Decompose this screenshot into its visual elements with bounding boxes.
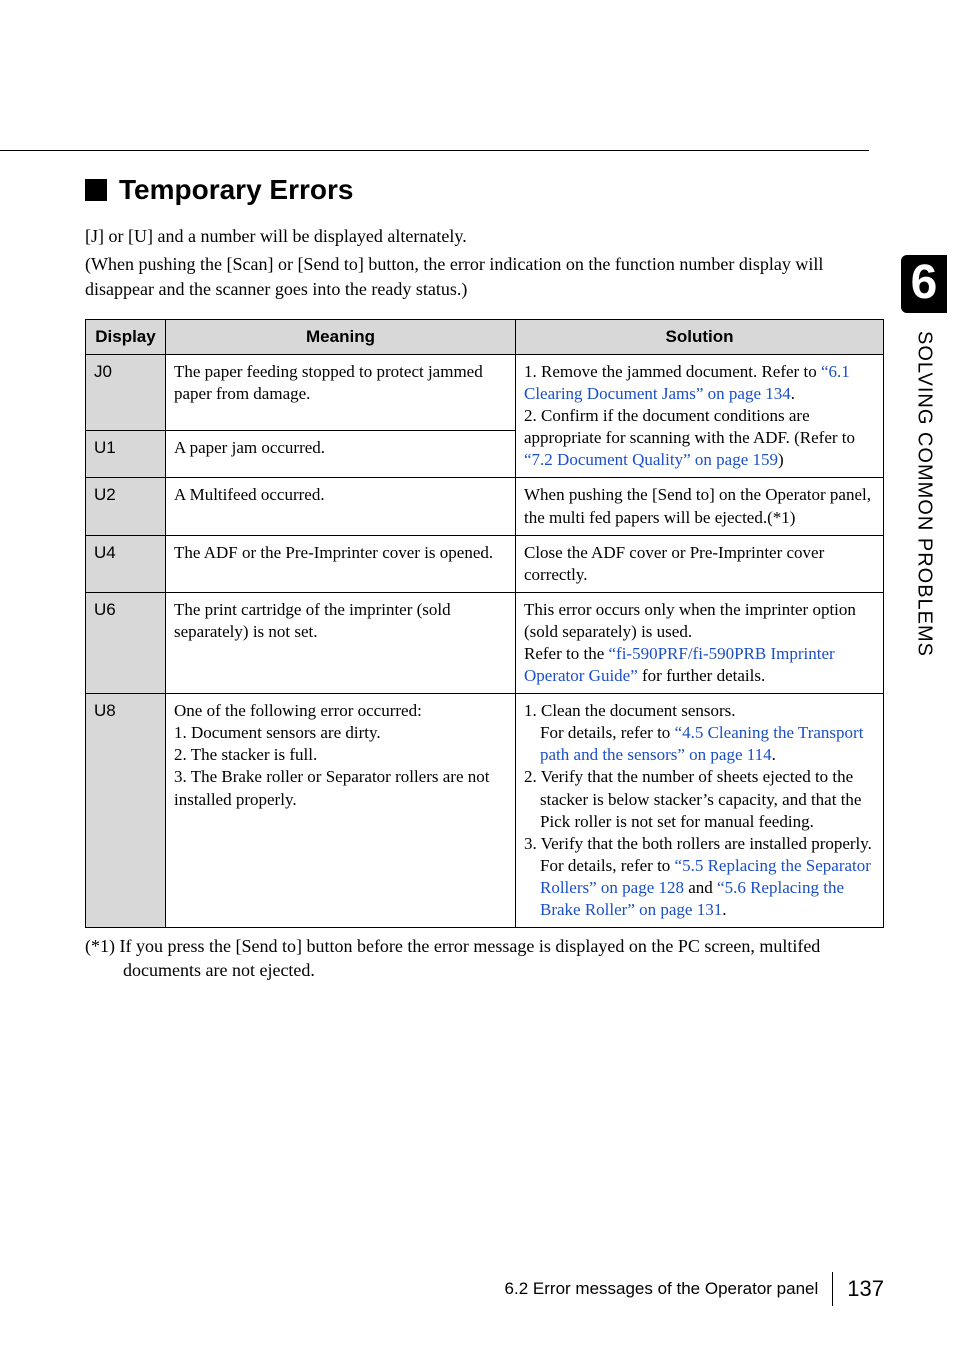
table-row: U4 The ADF or the Pre-Imprinter cover is… <box>86 535 884 592</box>
meaning-u4: The ADF or the Pre-Imprinter cover is op… <box>166 535 516 592</box>
error-table: Display Meaning Solution J0 The paper fe… <box>85 319 884 928</box>
sol-line: 3. Verify that the both rollers are inst… <box>524 833 875 855</box>
sol-text: and <box>684 878 717 897</box>
header-display: Display <box>86 319 166 354</box>
meaning-u6: The print cartridge of the imprinter (so… <box>166 592 516 693</box>
side-tab: 6 SOLVING COMMON PROBLEMS <box>894 255 954 657</box>
solution-u4: Close the ADF cover or Pre-Imprinter cov… <box>516 535 884 592</box>
code-u1: U1 <box>86 431 166 478</box>
sol-text: ) <box>778 450 784 469</box>
link-7-2[interactable]: “7.2 Document Quality” on page 159 <box>524 450 778 469</box>
sol-text: for further details. <box>638 666 765 685</box>
meaning-line: 2. The stacker is full. <box>174 745 317 764</box>
title-bullet-icon <box>85 179 107 201</box>
sol-line: 1. Clean the document sensors. <box>524 700 875 722</box>
solution-u8: 1. Clean the document sensors. For detai… <box>516 694 884 928</box>
footer-divider <box>832 1272 833 1306</box>
sol-text: This error occurs only when the imprinte… <box>524 600 856 641</box>
code-u2: U2 <box>86 478 166 535</box>
chapter-label: SOLVING COMMON PROBLEMS <box>913 331 936 657</box>
code-u4: U4 <box>86 535 166 592</box>
table-row: U6 The print cartridge of the imprinter … <box>86 592 884 693</box>
sol-line: For details, refer to “4.5 Cleaning the … <box>524 722 875 766</box>
chapter-number: 6 <box>901 255 948 313</box>
solution-u6: This error occurs only when the imprinte… <box>516 592 884 693</box>
meaning-u1: A paper jam occurred. <box>166 431 516 478</box>
header-meaning: Meaning <box>166 319 516 354</box>
table-header-row: Display Meaning Solution <box>86 319 884 354</box>
code-j0: J0 <box>86 354 166 431</box>
meaning-u8: One of the following error occurred: 1. … <box>166 694 516 928</box>
meaning-line: One of the following error occurred: <box>174 701 422 720</box>
footer-section-title: 6.2 Error messages of the Operator panel <box>505 1279 819 1299</box>
code-u8: U8 <box>86 694 166 928</box>
intro-line-2: (When pushing the [Scan] or [Send to] bu… <box>85 252 884 301</box>
meaning-line: 3. The Brake roller or Separator rollers… <box>174 767 489 808</box>
table-row: U8 One of the following error occurred: … <box>86 694 884 928</box>
sol-text: 1. Remove the jammed document. Refer to <box>524 362 821 381</box>
section-title-text: Temporary Errors <box>119 174 353 206</box>
section-title: Temporary Errors <box>85 174 884 206</box>
table-row: U2 A Multifeed occurred. When pushing th… <box>86 478 884 535</box>
meaning-j0: The paper feeding stopped to protect jam… <box>166 354 516 431</box>
intro-line-1: [J] or [U] and a number will be displaye… <box>85 224 884 248</box>
code-u6: U6 <box>86 592 166 693</box>
sol-text: 2. Confirm if the document conditions ar… <box>524 406 855 447</box>
sol-line: For details, refer to “5.5 Replacing the… <box>524 855 875 921</box>
solution-j0-u1: 1. Remove the jammed document. Refer to … <box>516 354 884 477</box>
header-solution: Solution <box>516 319 884 354</box>
meaning-line: 1. Document sensors are dirty. <box>174 723 381 742</box>
footnote: (*1) If you press the [Send to] button b… <box>85 934 884 983</box>
sol-text: . <box>772 745 776 764</box>
sol-text: . <box>722 900 726 919</box>
sol-line: 2. Verify that the number of sheets ejec… <box>524 766 875 832</box>
sol-text: For details, refer to <box>540 723 675 742</box>
solution-u2: When pushing the [Send to] on the Operat… <box>516 478 884 535</box>
page-footer: 6.2 Error messages of the Operator panel… <box>505 1272 884 1306</box>
page-number: 137 <box>847 1276 884 1302</box>
table-row: J0 The paper feeding stopped to protect … <box>86 354 884 431</box>
sol-text: For details, refer to <box>540 856 675 875</box>
meaning-u2: A Multifeed occurred. <box>166 478 516 535</box>
sol-text: . <box>791 384 795 403</box>
top-rule <box>0 150 869 151</box>
sol-text: Refer to the <box>524 644 609 663</box>
